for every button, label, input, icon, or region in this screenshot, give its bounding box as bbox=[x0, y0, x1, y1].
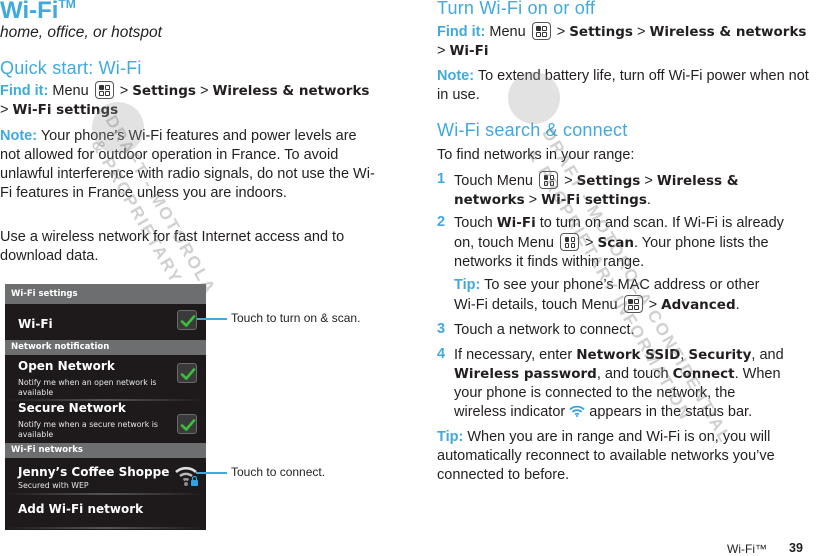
step-3: Touch a network to connect. bbox=[454, 322, 635, 338]
wifi-checkbox[interactable] bbox=[177, 310, 197, 330]
menu-key-icon bbox=[539, 171, 559, 189]
menu-key-icon bbox=[560, 233, 579, 251]
network-security: Secured with WEP bbox=[18, 481, 89, 490]
screen-header: Wi-Fi settings bbox=[5, 284, 206, 304]
wifi-toggle-label[interactable]: Wi-Fi bbox=[18, 317, 53, 331]
note-label: Note: bbox=[437, 68, 475, 84]
open-network-title[interactable]: Open Network bbox=[18, 359, 115, 373]
callout-network-connect: Touch to connect. bbox=[231, 465, 326, 479]
open-network-checkbox[interactable] bbox=[177, 363, 197, 383]
section-network-notification: Network notification bbox=[5, 340, 206, 355]
page-title: Wi-FiTM bbox=[0, 0, 76, 25]
divider bbox=[5, 527, 206, 529]
add-wifi-network-button[interactable]: Add Wi-Fi network bbox=[18, 502, 143, 516]
quick-start-body: Use a wireless network for fast Internet… bbox=[0, 229, 345, 264]
step-number: 2 bbox=[437, 214, 446, 230]
find-it-label: Find it: bbox=[0, 83, 49, 99]
network-name[interactable]: Jenny’s Coffee Shoppe bbox=[18, 465, 169, 479]
step-1: Touch Menu > Settings > Wireless & netwo… bbox=[454, 171, 739, 208]
menu-key-icon bbox=[623, 295, 643, 313]
tip-label: Tip: bbox=[437, 429, 464, 445]
turn-on-off-find-it: Find it: Menu > Settings > Wireless & ne… bbox=[437, 22, 807, 59]
callout-line bbox=[196, 472, 227, 474]
turn-on-off-heading: Turn Wi-Fi on or off bbox=[437, 0, 596, 18]
secure-network-title[interactable]: Secure Network bbox=[18, 401, 126, 415]
tip-auto-reconnect: Tip: When you are in range and Wi-Fi is … bbox=[437, 429, 775, 483]
step-4: If necessary, enter Network SSID, Securi… bbox=[454, 347, 784, 420]
secure-network-checkbox[interactable] bbox=[177, 414, 197, 434]
quick-start-find-it: Find it: Menu > Settings > Wireless & ne… bbox=[0, 81, 370, 118]
checkmark-icon bbox=[180, 315, 196, 327]
secure-network-desc: Notify me when a secure network is avail… bbox=[18, 420, 158, 439]
callout-line bbox=[197, 318, 227, 320]
right-column: Turn Wi-Fi on or off Find it: Menu > Set… bbox=[437, 0, 817, 556]
search-connect-intro: To find networks in your range: bbox=[437, 147, 635, 163]
divider bbox=[5, 493, 206, 495]
tip-label: Tip: bbox=[454, 277, 481, 293]
step-2: Touch Wi-Fi to turn on and scan. If Wi-F… bbox=[454, 215, 784, 270]
checkmark-icon bbox=[180, 368, 196, 380]
search-connect-heading: Wi-Fi search & connect bbox=[437, 120, 628, 140]
phone-wifi-settings-screen: Wi-Fi settings Wi-Fi Network notificatio… bbox=[5, 284, 206, 530]
find-it-label: Find it: bbox=[437, 24, 486, 40]
page-number: 39 bbox=[789, 541, 803, 555]
footer-section-name: Wi-Fi™ bbox=[727, 542, 767, 556]
section-wifi-networks: Wi-Fi networks bbox=[5, 443, 206, 458]
tip-mac-address: Tip: To see your phone’s MAC address or … bbox=[454, 277, 760, 313]
menu-key-icon bbox=[531, 22, 551, 40]
callout-wifi-toggle: Touch to turn on & scan. bbox=[231, 311, 361, 325]
checkmark-icon bbox=[180, 419, 196, 431]
step-number: 3 bbox=[437, 321, 446, 337]
wifi-locked-icon[interactable] bbox=[173, 462, 201, 488]
turn-on-off-note: Note: To extend battery life, turn off W… bbox=[437, 68, 809, 103]
quick-start-note: Note: Your phone's Wi-Fi features and po… bbox=[0, 128, 375, 201]
quick-start-heading: Quick start: Wi-Fi bbox=[0, 58, 142, 78]
step-number: 1 bbox=[437, 171, 446, 187]
wifi-indicator-icon bbox=[569, 405, 585, 417]
note-label: Note: bbox=[0, 128, 38, 144]
open-network-desc: Notify me when an open network is availa… bbox=[18, 378, 157, 397]
step-number: 4 bbox=[437, 346, 446, 362]
menu-key-icon bbox=[94, 81, 114, 99]
trademark: TM bbox=[58, 0, 76, 11]
page-subtitle: home, office, or hotspot bbox=[0, 24, 162, 41]
